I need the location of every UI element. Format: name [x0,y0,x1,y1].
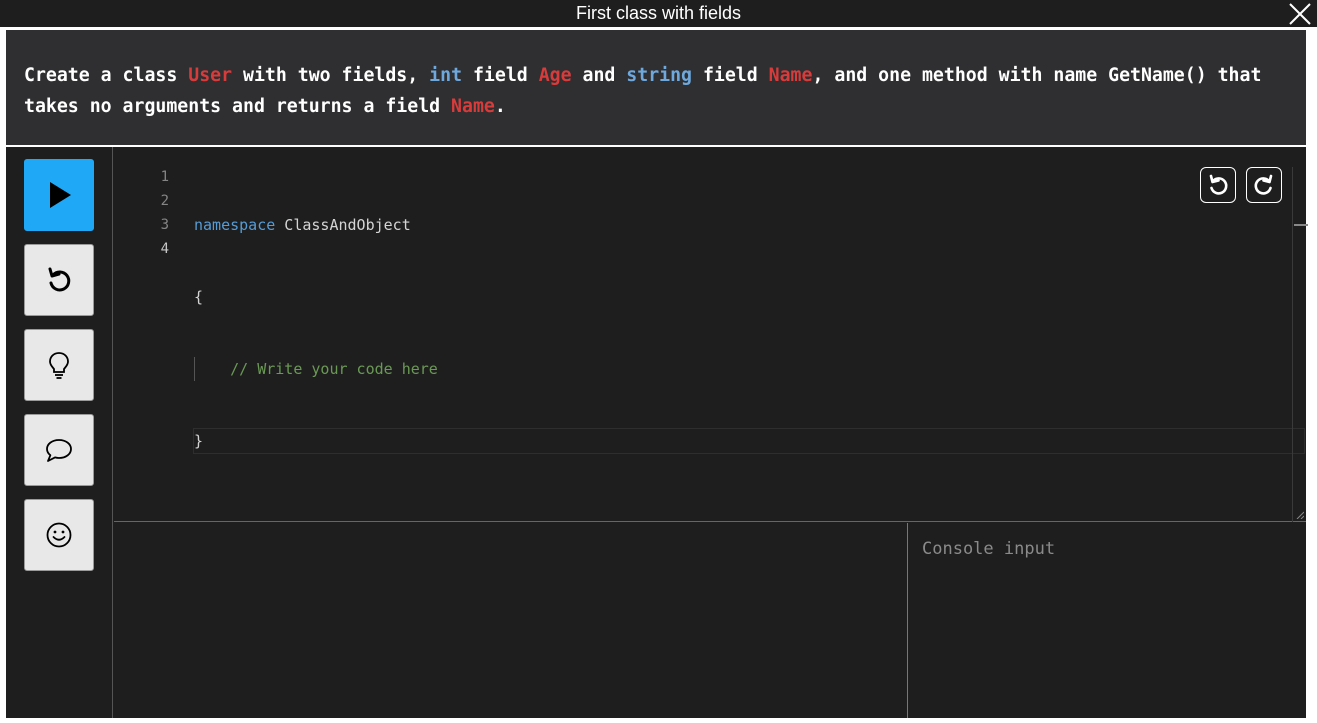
task-text-segment: field [462,65,539,86]
task-description: Create a class User with two fields, int… [6,30,1306,145]
code-line-current[interactable]: } [193,428,1305,454]
resize-grip-icon[interactable] [1296,511,1304,519]
lightbulb-icon [49,352,69,379]
line-number: 1 [160,169,169,185]
exercise-window: First class with fields Create a class U… [0,0,1317,723]
task-text-segment: and [571,65,627,86]
hint-button[interactable] [24,329,94,401]
code-keyword: namespace [194,216,276,234]
close-icon [1289,3,1311,25]
task-highlight-type: int [429,65,463,86]
workspace: 1 2 3 4 namespace ClassAndObject { // Wr… [6,147,1308,718]
side-toolbar [6,147,113,718]
code-line[interactable]: namespace ClassAndObject [194,213,1286,237]
code-brace-open: { [194,288,204,306]
run-button[interactable] [24,159,94,231]
scrollbar-cursor-marker [1294,224,1308,226]
undo-icon [1209,174,1228,195]
redo-icon [1254,174,1273,195]
code-brace-close: } [194,432,204,450]
title-bar: First class with fields [0,0,1317,28]
code-editor[interactable]: 1 2 3 4 namespace ClassAndObject { // Wr… [114,147,1308,522]
close-button[interactable] [1287,1,1313,27]
code-identifier: ClassAndObject [275,216,411,234]
smiley-icon [46,522,72,548]
code-content[interactable]: namespace ClassAndObject { // Write your… [193,165,1305,501]
console-input[interactable] [909,523,1306,718]
line-number: 3 [160,217,169,233]
line-number-gutter: 1 2 3 4 [114,165,169,261]
console-output [114,523,908,718]
line-number-active: 4 [160,241,169,257]
window-title: First class with fields [575,3,742,23]
editor-scrollbar[interactable] [1292,167,1308,522]
task-text-segment: with two fields, [232,65,430,86]
editor-actions [1200,167,1282,203]
chat-button[interactable] [24,414,94,486]
play-icon [50,182,71,208]
task-text-segment: Create a class [24,65,189,86]
task-text-segment: . [494,96,506,117]
editor-redo-button[interactable] [1246,167,1282,203]
undo-icon [48,267,71,292]
task-highlight-field: Age [538,65,572,86]
task-text-segment: field [692,65,769,86]
task-highlight-class: User [188,65,233,86]
line-number: 2 [160,193,169,209]
task-highlight-type: string [626,65,692,86]
indent-guide [194,357,195,381]
code-line[interactable]: { [194,285,1286,309]
task-highlight-field: Name [768,65,813,86]
code-comment: // Write your code here [230,360,438,378]
feedback-button[interactable] [24,499,94,571]
code-line[interactable]: // Write your code here [194,357,1286,381]
editor-undo-button[interactable] [1200,167,1236,203]
reset-button[interactable] [24,244,94,316]
speech-bubble-icon [46,439,72,462]
task-highlight-field: Name [451,96,495,117]
